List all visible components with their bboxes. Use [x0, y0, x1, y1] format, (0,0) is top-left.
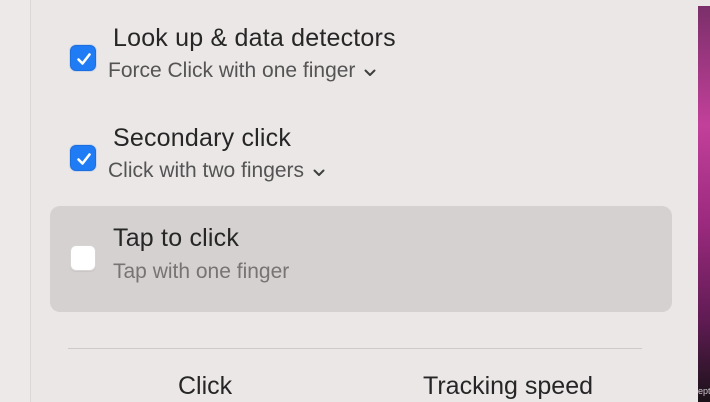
option-subtitle: Force Click with one finger	[108, 59, 356, 82]
look-up-gesture-dropdown[interactable]: Force Click with one finger	[108, 59, 377, 83]
option-subtitle: Click with two fingers	[108, 159, 305, 182]
sidebar-edge	[0, 0, 31, 402]
tracking-speed-label: Tracking speed	[423, 372, 593, 400]
chevron-down-icon	[364, 69, 376, 76]
look-up-checkbox[interactable]	[70, 45, 96, 71]
settings-panel: Look up & data detectors Force Click wit…	[31, 0, 698, 402]
option-title: Tap to click	[113, 224, 240, 252]
tap-to-click-checkbox[interactable]	[70, 245, 96, 271]
option-title: Look up & data detectors	[113, 24, 396, 52]
desktop-background: ept	[698, 6, 710, 402]
desktop-peek-text: ept	[698, 386, 710, 396]
click-section-label: Click	[178, 372, 233, 400]
checkmark-icon	[77, 53, 91, 65]
option-look-up-data-detectors[interactable]: Look up & data detectors Force Click wit…	[50, 2, 672, 108]
secondary-click-checkbox[interactable]	[70, 145, 96, 171]
option-secondary-click[interactable]: Secondary click Click with two fingers	[50, 102, 672, 208]
trackpad-settings-window: Look up & data detectors Force Click wit…	[0, 0, 710, 402]
option-subtitle: Tap with one finger	[113, 260, 290, 283]
secondary-click-gesture-dropdown[interactable]: Click with two fingers	[108, 159, 326, 183]
checkmark-icon	[77, 153, 91, 165]
option-title: Secondary click	[113, 124, 292, 152]
section-divider	[68, 348, 642, 349]
chevron-down-icon	[313, 169, 325, 176]
option-tap-to-click[interactable]: Tap to click Tap with one finger	[50, 206, 672, 312]
